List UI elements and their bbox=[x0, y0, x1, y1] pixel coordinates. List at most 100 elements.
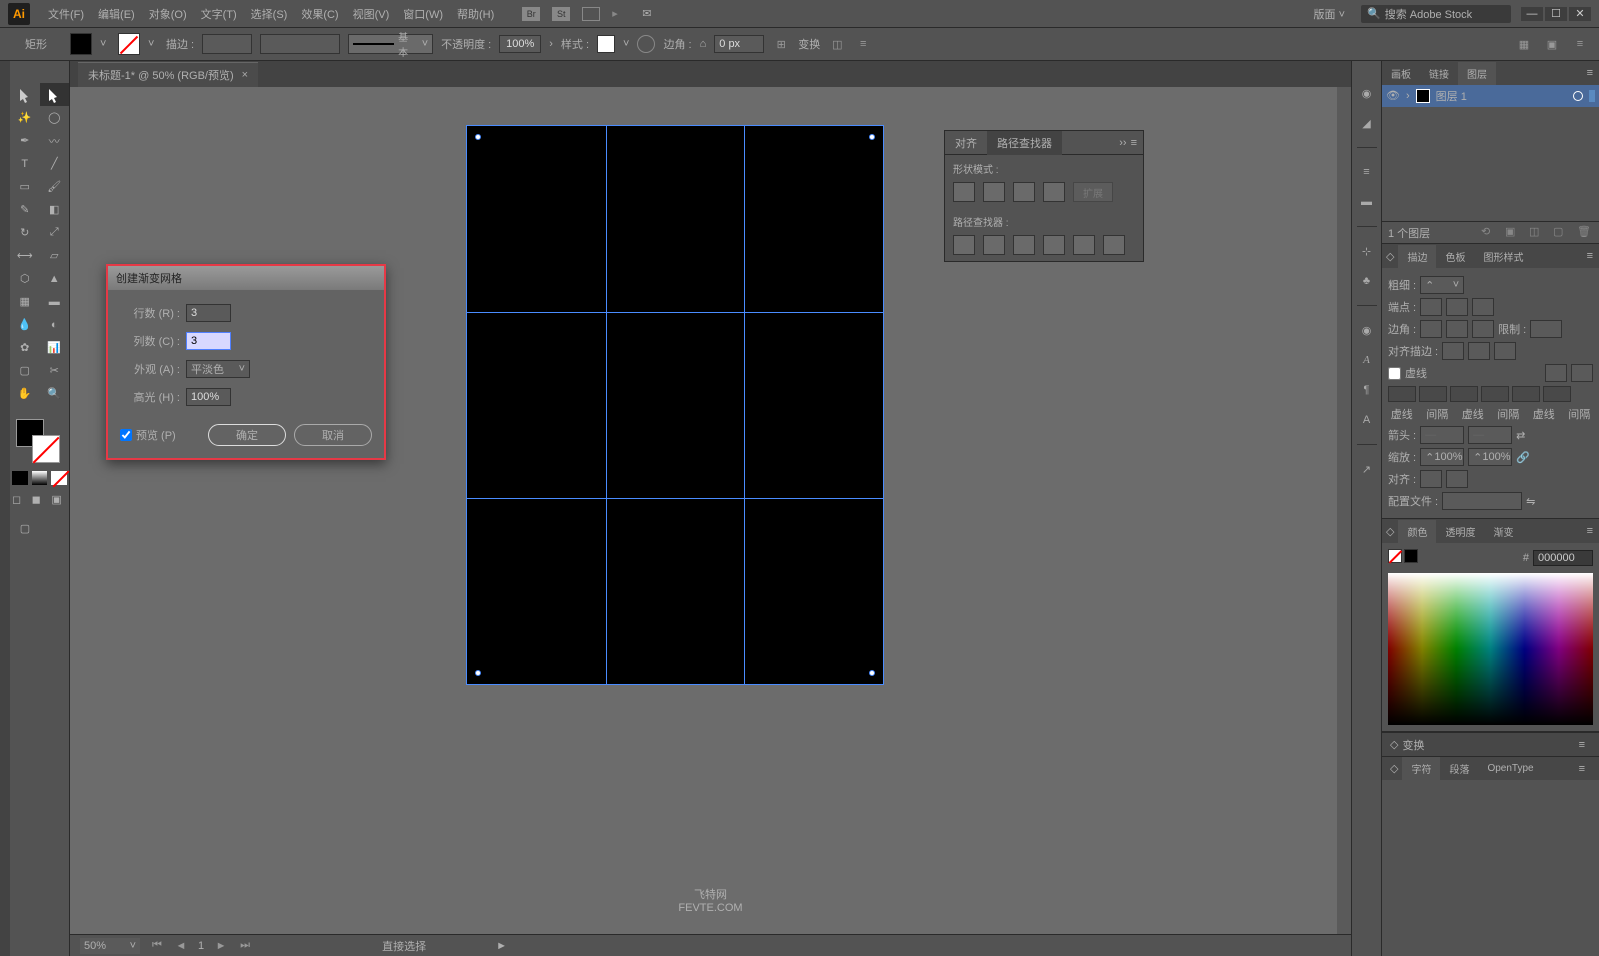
eye-icon[interactable]: 👁 bbox=[1386, 89, 1400, 103]
menu-type[interactable]: 文字(T) bbox=[195, 2, 243, 26]
fill-stroke-indicator[interactable] bbox=[10, 415, 69, 463]
feedback-icon[interactable]: ✉ bbox=[642, 7, 660, 21]
clip-mask-icon[interactable]: ▣ bbox=[1505, 225, 1521, 241]
dash1[interactable] bbox=[1388, 386, 1416, 402]
color-mode-gradient[interactable] bbox=[32, 471, 48, 485]
minus-back-icon[interactable] bbox=[1103, 235, 1125, 255]
hex-input[interactable] bbox=[1533, 550, 1593, 566]
join-bevel[interactable] bbox=[1472, 320, 1494, 338]
strip-export-icon[interactable]: ↗ bbox=[1357, 459, 1377, 479]
join-round[interactable] bbox=[1446, 320, 1468, 338]
menu-help[interactable]: 帮助(H) bbox=[451, 2, 500, 26]
divide-icon[interactable] bbox=[953, 235, 975, 255]
gap3[interactable] bbox=[1543, 386, 1571, 402]
anchor-bl[interactable] bbox=[475, 670, 481, 676]
gap2[interactable] bbox=[1481, 386, 1509, 402]
link-scale-icon[interactable]: 🔗 bbox=[1516, 451, 1530, 464]
style-dropdown[interactable]: ˅ bbox=[623, 38, 629, 50]
rotate-tool[interactable]: ↻ bbox=[10, 221, 40, 244]
direct-selection-tool[interactable] bbox=[40, 83, 70, 106]
layers-menu-icon[interactable]: ≡ bbox=[1581, 67, 1599, 79]
strip-char-panel-icon[interactable]: A bbox=[1357, 350, 1377, 370]
stroke-menu-icon[interactable]: ≡ bbox=[1581, 250, 1599, 262]
strip-transform-icon[interactable]: ⊹ bbox=[1357, 241, 1377, 261]
artboard-tool[interactable]: ▢ bbox=[10, 359, 40, 382]
anchor-tr[interactable] bbox=[869, 134, 875, 140]
nav-last[interactable]: ⏭ bbox=[238, 939, 252, 953]
cap-round[interactable] bbox=[1446, 298, 1468, 316]
tab-stroke[interactable]: 描边 bbox=[1398, 245, 1436, 268]
fill-dropdown[interactable]: ˅ bbox=[100, 38, 110, 50]
transform-icon2[interactable]: ≡ bbox=[854, 36, 872, 52]
cap-square[interactable] bbox=[1472, 298, 1494, 316]
gradient-tool[interactable]: ▬ bbox=[40, 290, 70, 313]
minus-front-icon[interactable] bbox=[983, 182, 1005, 202]
brush-tool[interactable]: 🖌 bbox=[40, 175, 70, 198]
mesh-object[interactable] bbox=[466, 125, 884, 685]
shape-tool-icon[interactable]: ⊞ bbox=[772, 36, 790, 52]
profile-select[interactable] bbox=[1442, 492, 1522, 510]
tab-layers[interactable]: 图层 bbox=[1458, 62, 1496, 85]
free-transform-tool[interactable]: ▱ bbox=[40, 244, 70, 267]
delete-layer-icon[interactable]: 🗑 bbox=[1577, 225, 1593, 241]
anchor-tl[interactable] bbox=[475, 134, 481, 140]
limit-input[interactable] bbox=[1530, 320, 1562, 338]
screen-mode-present[interactable]: ▣ bbox=[51, 493, 67, 507]
gpu-icon[interactable]: ▸ bbox=[612, 7, 630, 21]
strip-appearance-icon[interactable]: ◉ bbox=[1357, 320, 1377, 340]
stroke-weight-input[interactable] bbox=[202, 34, 252, 54]
pen-tool[interactable]: ✒ bbox=[10, 129, 40, 152]
merge-icon[interactable] bbox=[1013, 235, 1035, 255]
magic-wand-tool[interactable]: ✨ bbox=[10, 106, 40, 129]
color-mode-none[interactable] bbox=[51, 471, 67, 485]
tab-color[interactable]: 颜色 bbox=[1398, 520, 1436, 543]
minimize-button[interactable]: — bbox=[1521, 7, 1543, 21]
color-stroke-swatch[interactable] bbox=[1388, 549, 1402, 563]
nav-next[interactable]: ► bbox=[214, 939, 228, 953]
gap1[interactable] bbox=[1419, 386, 1447, 402]
graph-tool[interactable]: 📊 bbox=[40, 336, 70, 359]
dashed-checkbox[interactable] bbox=[1388, 367, 1401, 380]
lasso-tool[interactable]: ◯ bbox=[40, 106, 70, 129]
screen-mode-full[interactable]: ◼ bbox=[32, 493, 48, 507]
menu-object[interactable]: 对象(O) bbox=[143, 2, 193, 26]
graphic-style-swatch[interactable] bbox=[597, 35, 615, 53]
fill-swatch[interactable] bbox=[70, 33, 92, 55]
tab-swatches[interactable]: 色板 bbox=[1436, 245, 1474, 268]
eraser-tool[interactable]: ◧ bbox=[40, 198, 70, 221]
opacity-input[interactable] bbox=[499, 35, 541, 53]
scale-end[interactable]: ⌃100% bbox=[1468, 448, 1512, 466]
document-tab[interactable]: 未标题-1* @ 50% (RGB/预览) × bbox=[78, 62, 258, 87]
tab-align[interactable]: 对齐 bbox=[945, 131, 987, 155]
strip-stroke-icon[interactable]: ≡ bbox=[1357, 162, 1377, 182]
arrow-align1[interactable] bbox=[1420, 470, 1442, 488]
perspective-tool[interactable]: ▲ bbox=[40, 267, 70, 290]
stroke-profile[interactable] bbox=[260, 34, 340, 54]
width-tool[interactable]: ⟷ bbox=[10, 244, 40, 267]
menu-effect[interactable]: 效果(C) bbox=[295, 2, 344, 26]
rows-input[interactable] bbox=[186, 304, 231, 322]
scale-start[interactable]: ⌃100% bbox=[1420, 448, 1464, 466]
intersect-icon[interactable] bbox=[1013, 182, 1035, 202]
menu-view[interactable]: 视图(V) bbox=[347, 2, 396, 26]
curvature-tool[interactable]: 〰 bbox=[40, 129, 70, 152]
anchor-br[interactable] bbox=[869, 670, 875, 676]
strip-type-icon[interactable]: A bbox=[1357, 410, 1377, 430]
transform-icon1[interactable]: ◫ bbox=[828, 36, 846, 52]
dash3[interactable] bbox=[1512, 386, 1540, 402]
opacity-dropdown[interactable]: › bbox=[549, 38, 553, 50]
type-tool[interactable]: T bbox=[10, 152, 40, 175]
layer-name[interactable]: 图层 1 bbox=[1436, 88, 1467, 104]
transform-panel-collapsed[interactable]: ◇变换 ≡ bbox=[1382, 732, 1599, 756]
vertical-scrollbar[interactable] bbox=[1337, 87, 1351, 934]
search-stock[interactable]: 🔍 搜索 Adobe Stock bbox=[1361, 5, 1511, 23]
blend-tool[interactable]: ◐ bbox=[40, 313, 70, 336]
color-fill-swatch[interactable] bbox=[1404, 549, 1418, 563]
selection-tool[interactable] bbox=[10, 83, 40, 106]
appearance-select[interactable]: 平淡色˅ bbox=[186, 360, 250, 378]
strip-symbols-icon[interactable]: ♣ bbox=[1357, 271, 1377, 291]
tab-gradient[interactable]: 渐变 bbox=[1484, 520, 1522, 543]
align-center[interactable] bbox=[1442, 342, 1464, 360]
screen-mode-normal[interactable]: ◻ bbox=[12, 493, 28, 507]
align-artboard-icon[interactable]: ▦ bbox=[1515, 36, 1533, 52]
